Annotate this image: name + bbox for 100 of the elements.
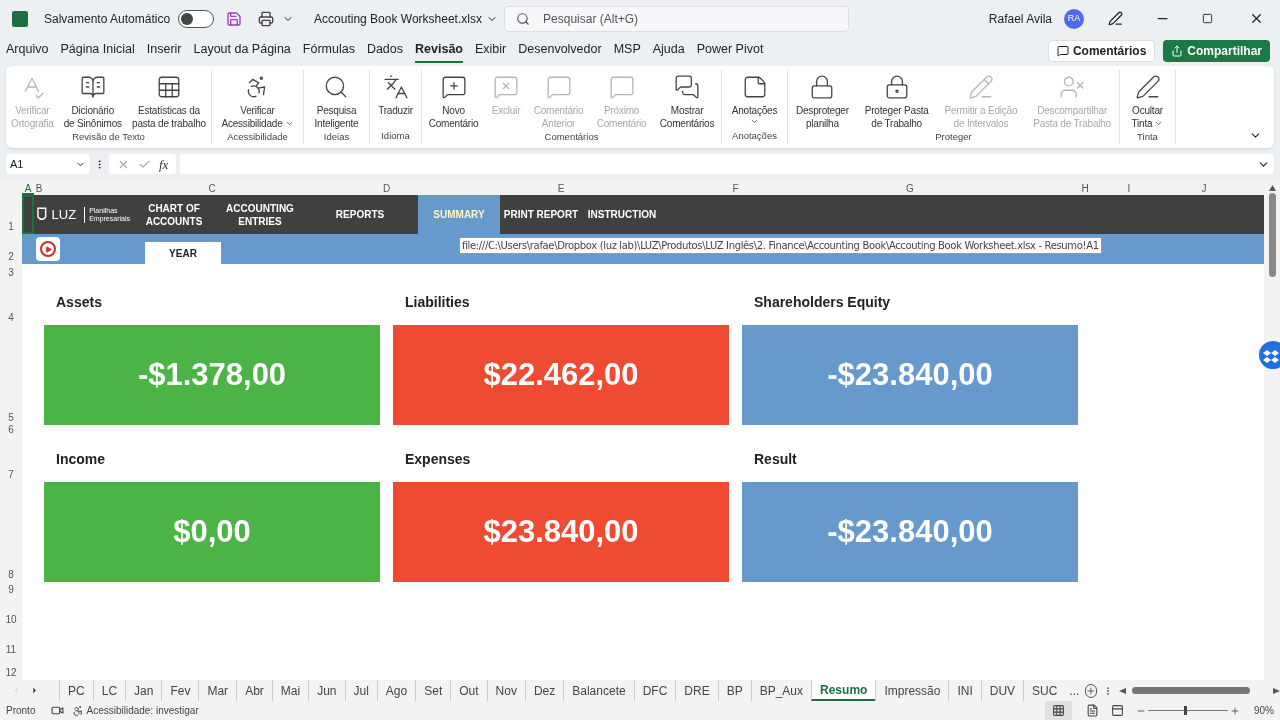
vertical-scrollbar[interactable] [1264,181,1280,680]
menu-tab[interactable]: Power Pivot [696,38,764,63]
zoom-percent[interactable]: 90% [1254,703,1274,718]
menu-tab[interactable]: Desenvolvedor [518,38,602,63]
ribbon-button[interactable]: Estatísticas da pasta de trabalho [132,69,206,130]
accessibility-status[interactable]: Acessibilidade: investigar [86,703,199,718]
menu-tab[interactable]: Inserir [146,38,182,63]
column-header[interactable]: I [1092,181,1166,195]
column-header[interactable]: D [380,181,393,195]
ribbon-button[interactable]: Anotações [731,69,778,130]
ribbon-group-label: Idioma [380,129,411,144]
ribbon-button[interactable]: Pesquisa Inteligente [314,69,359,130]
menu-tab[interactable]: Fórmulas [302,38,355,63]
zoom-thumb[interactable] [1184,706,1187,715]
row-header[interactable]: 6 [0,425,22,437]
menu-tab[interactable]: Dados [366,38,404,63]
scroll-right-icon[interactable] [1273,687,1280,694]
menu-tab[interactable]: MSP [613,38,641,63]
autosave-toggle[interactable] [178,9,215,28]
selected-cell [22,195,34,234]
nav-item[interactable]: REPORTS [302,195,418,234]
pen-icon[interactable] [1108,11,1123,27]
metric-value: $23.840,00 [483,512,639,551]
row-header[interactable]: 9 [0,582,22,597]
restore-icon[interactable] [1202,13,1213,25]
horizontal-scrollbar[interactable] [1119,684,1280,697]
card-title: Shareholders Equity [753,293,892,312]
column-header[interactable]: B [34,181,44,195]
row-header[interactable]: 7 [0,437,22,482]
search-field[interactable]: Pesquisar (Alt+G) [504,5,850,32]
menu-tab[interactable]: Exibir [475,38,507,63]
ribbon-button[interactable]: Desproteger planilha [795,69,849,130]
row-header[interactable]: 3 [0,264,22,280]
nav-item[interactable]: INSTRUCTION [582,195,662,234]
menu-tab[interactable]: Revisão [415,38,463,63]
row-header[interactable]: 11 [0,627,22,657]
ribbon-button[interactable]: Dicionário de Sinônimos [63,69,122,130]
zoom-slider[interactable] [1148,705,1228,716]
year-tab[interactable]: YEAR [145,242,221,264]
menu-tab[interactable]: Ajuda [652,38,685,63]
file-name-menu[interactable]: Accouting Book Worksheet.xlsx [314,9,505,28]
menu-tab[interactable]: Arquivo [6,38,49,63]
menu-tab[interactable]: Página Inicial [60,38,135,63]
search-icon [516,11,531,26]
play-icon [44,245,52,253]
metric-value: -$23.840,00 [827,355,993,394]
row-header[interactable]: 12 [0,657,22,680]
sheet-tab[interactable]: Resumo [811,680,876,701]
row-header[interactable]: 2 [0,234,22,264]
page-layout-icon[interactable] [1086,704,1099,717]
printer-icon[interactable] [258,10,275,27]
function-icon[interactable]: fx [159,154,169,174]
share-button[interactable]: Compartilhar [1163,39,1270,62]
row-header[interactable]: 5 [0,325,22,425]
scroll-up-icon[interactable] [1268,185,1276,191]
formula-input[interactable] [180,154,1274,175]
ribbon-button[interactable]: Mostrar Comentários [659,69,715,130]
card-title: Income [55,450,106,469]
column-header[interactable]: C [44,181,380,195]
pen-icon [1134,73,1161,100]
zoom-in-icon[interactable] [1230,705,1240,716]
ribbon-button[interactable]: Verificar Acessibilidade [221,69,294,130]
column-header[interactable]: F [729,181,742,195]
macro-record-icon[interactable] [51,704,65,717]
page-break-icon[interactable] [1111,704,1124,717]
status-text: Pronto [6,704,36,718]
scrollbar-thumb[interactable] [1268,193,1276,277]
metric-value: -$1.378,00 [137,355,287,394]
save-icon[interactable] [226,10,243,27]
nav-item[interactable]: PRINT REPORT [500,195,582,234]
play-button[interactable] [36,237,60,261]
accessibility-icon [72,704,85,717]
nav-item[interactable]: CHART OF ACCOUNTS [130,195,218,234]
ribbon-button[interactable]: Traduzir [378,69,413,130]
row-header[interactable]: 1 [0,195,22,234]
ribbon-group-label: Acessibilidade [226,129,289,144]
scroll-left-icon[interactable] [1119,687,1127,694]
ribbon-button[interactable]: Novo Comentário [428,69,479,130]
comments-icon [674,73,700,100]
column-header[interactable]: H [1078,181,1092,195]
ribbon-group-label: Proteger [934,129,973,144]
row-header[interactable]: 8 [0,482,22,582]
row-header[interactable]: 4 [0,280,22,325]
name-box[interactable]: A1 [6,154,90,175]
comments-button[interactable]: Comentários [1047,39,1156,62]
logo-text: LUZ [51,205,77,224]
user-avatar[interactable]: RA [1064,8,1084,29]
ribbon-button[interactable]: Proteger Pasta de Trabalho [864,69,929,130]
normal-view-icon[interactable] [1052,704,1065,717]
column-header[interactable]: J [1166,181,1242,195]
row-header[interactable]: 10 [0,597,22,627]
nav-item[interactable]: ACCOUNTING ENTRIES [218,195,302,234]
ribbon-button[interactable]: Ocultar Tinta [1131,69,1164,130]
column-header[interactable]: E [393,181,729,195]
scrollbar-thumb[interactable] [1132,687,1251,694]
card-title: Assets [55,293,103,312]
menu-tab[interactable]: Layout da Página [193,38,291,63]
column-header[interactable]: G [742,181,1078,195]
tabs-overflow[interactable]: ... [1069,681,1080,700]
ribbon-group-label: Comentários [543,129,600,144]
